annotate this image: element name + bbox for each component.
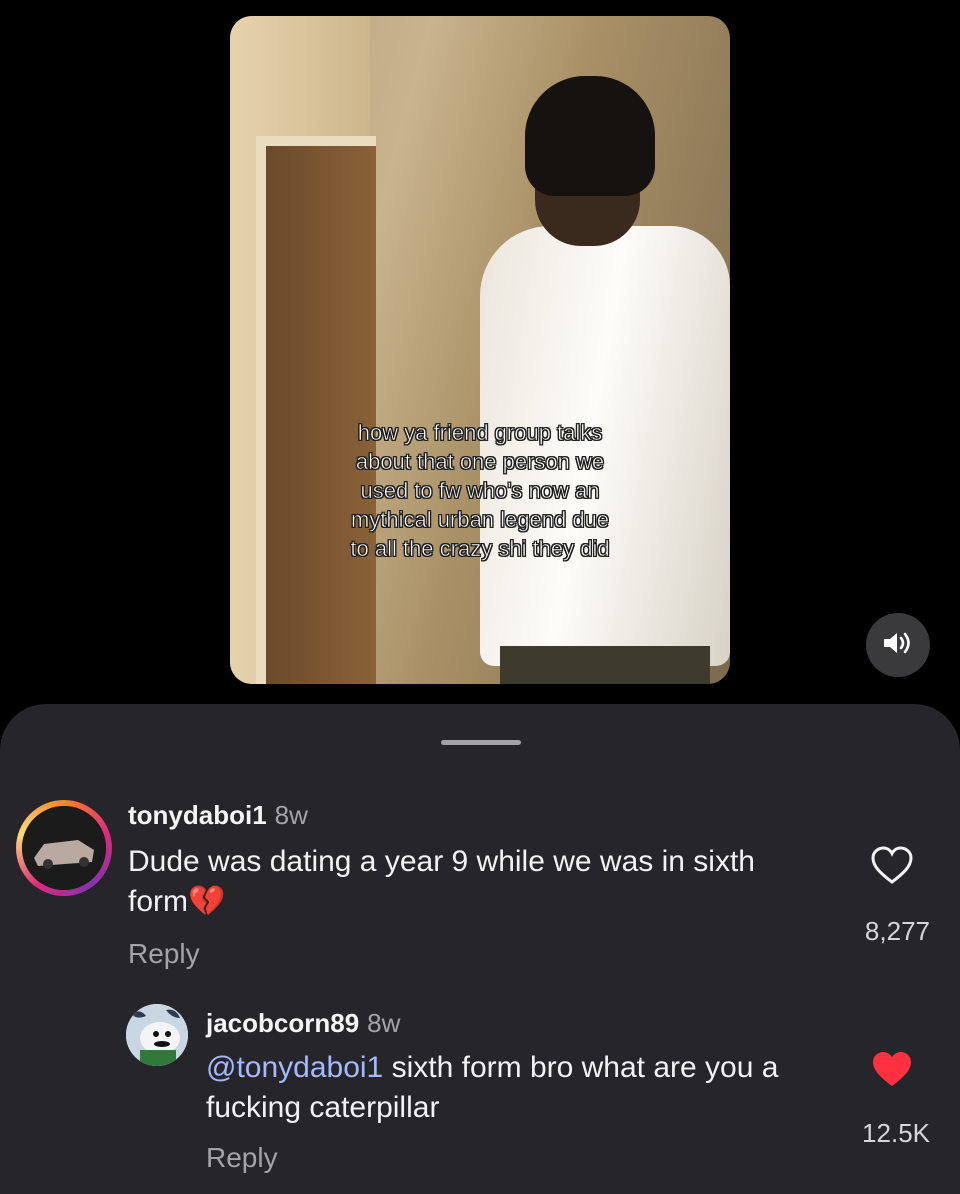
video-person [480,76,730,684]
comment-time: 8w [274,800,308,830]
avatar [22,806,106,890]
video-door [256,136,376,684]
reply-button[interactable]: Reply [206,1142,278,1174]
comment-username[interactable]: jacobcorn89 8w [206,1008,400,1039]
avatar-story-ring[interactable] [16,800,112,896]
caption-line: how ya friend group talks [357,420,603,446]
avatar[interactable] [126,1004,188,1066]
mention-link[interactable]: @tonydaboi1 [206,1051,383,1084]
heart-filled-icon [870,1052,914,1094]
like-count: 12.5K [862,1118,930,1148]
caption-line: about that one person we [355,449,605,475]
video-preview[interactable]: how ya friend group talks about that one… [230,16,730,684]
caption-line: mythical urban legend due [350,507,610,533]
sheet-grabber[interactable] [441,740,521,745]
comments-sheet: tonydaboi1 8w Dude was dating a year 9 wh… [0,704,960,1194]
video-caption: how ya friend group talks about that one… [230,418,730,563]
comment-username[interactable]: tonydaboi1 8w [128,800,308,831]
speaker-icon [882,630,914,661]
like-button[interactable] [870,846,914,891]
caption-line: to all the crazy shi they did [350,536,610,562]
like-count: 8,277 [864,916,930,946]
like-button[interactable] [870,1050,914,1095]
comment-time: 8w [367,1008,401,1038]
reply-button[interactable]: Reply [128,938,200,970]
broken-heart-emoji: 💔 [188,885,226,918]
comment-text: Dude was dating a year 9 while we was in… [128,845,755,918]
caption-line: used to fw who's now an [360,478,600,504]
comment-text: @tonydaboi1 sixth form bro what are you … [206,1051,779,1124]
heart-icon [870,846,914,890]
sound-toggle-button[interactable] [866,613,930,677]
